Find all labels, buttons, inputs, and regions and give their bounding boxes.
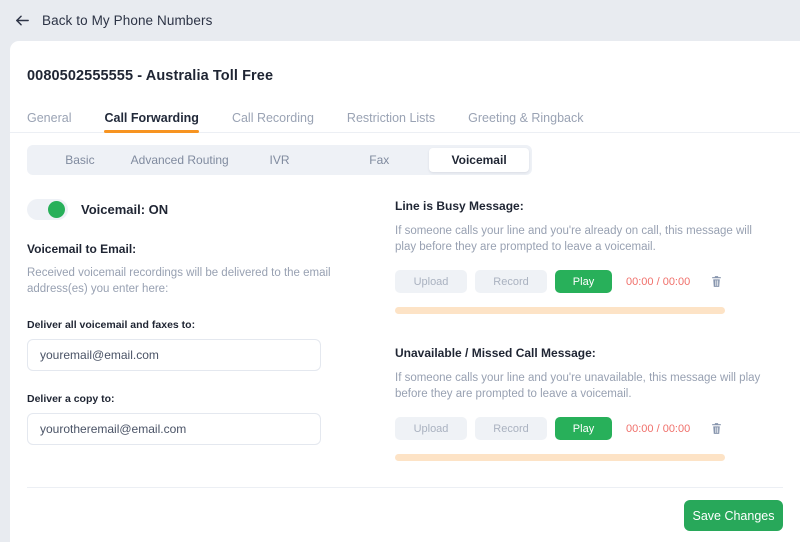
tab-greeting-ringback[interactable]: Greeting & Ringback bbox=[468, 111, 583, 132]
settings-card: 0080502555555 - Australia Toll Free Gene… bbox=[10, 41, 800, 542]
page-title: 0080502555555 - Australia Toll Free bbox=[27, 68, 274, 84]
subtab-ivr[interactable]: IVR bbox=[230, 148, 330, 172]
top-bar: Back to My Phone Numbers bbox=[0, 0, 800, 41]
tab-call-recording[interactable]: Call Recording bbox=[232, 111, 314, 132]
deliver-all-email-input[interactable] bbox=[27, 339, 321, 371]
main-tab-bar: General Call Forwarding Call Recording R… bbox=[10, 104, 800, 133]
unavailable-upload-button[interactable]: Upload bbox=[395, 417, 467, 440]
deliver-all-label: Deliver all voicemail and faxes to: bbox=[27, 319, 196, 331]
voicemail-messages-column: Line is Busy Message: If someone calls y… bbox=[395, 199, 775, 493]
unavailable-play-button[interactable]: Play bbox=[555, 417, 612, 440]
footer-divider bbox=[27, 487, 783, 488]
deliver-all-field-block: Deliver all voicemail and faxes to: bbox=[27, 319, 382, 371]
subtab-voicemail[interactable]: Voicemail bbox=[429, 148, 529, 172]
unavailable-progress-bar[interactable] bbox=[395, 454, 725, 461]
voicemail-toggle[interactable] bbox=[27, 199, 68, 220]
voicemail-toggle-label: Voicemail: ON bbox=[81, 202, 169, 217]
subtab-fax[interactable]: Fax bbox=[329, 148, 429, 172]
deliver-copy-field-block: Deliver a copy to: bbox=[27, 393, 382, 445]
line-busy-time: 00:00 / 00:00 bbox=[626, 275, 691, 288]
line-busy-record-button[interactable]: Record bbox=[475, 270, 547, 293]
toggle-knob bbox=[48, 201, 65, 218]
deliver-copy-label: Deliver a copy to: bbox=[27, 393, 115, 405]
subtab-advanced-routing[interactable]: Advanced Routing bbox=[130, 148, 230, 172]
subtab-basic[interactable]: Basic bbox=[30, 148, 130, 172]
tab-general[interactable]: General bbox=[27, 111, 71, 132]
sub-tab-bar-wrapper: Basic Advanced Routing IVR Fax Voicemail bbox=[10, 133, 800, 175]
voicemail-settings-content: Voicemail: ON Voicemail to Email: Receiv… bbox=[10, 175, 800, 493]
sub-tab-bar: Basic Advanced Routing IVR Fax Voicemail bbox=[27, 145, 532, 175]
line-busy-delete-icon[interactable] bbox=[710, 274, 723, 289]
tab-call-forwarding[interactable]: Call Forwarding bbox=[104, 111, 200, 133]
line-busy-controls: Upload Record Play 00:00 / 00:00 bbox=[395, 270, 775, 293]
voicemail-to-email-heading: Voicemail to Email: bbox=[27, 242, 137, 256]
voicemail-to-email-description: Received voicemail recordings will be de… bbox=[27, 267, 331, 295]
unavailable-delete-icon[interactable] bbox=[710, 421, 723, 436]
back-link-label: Back to My Phone Numbers bbox=[42, 13, 213, 28]
unavailable-message-block: Unavailable / Missed Call Message: If so… bbox=[395, 346, 775, 461]
arrow-left-icon bbox=[16, 15, 29, 26]
unavailable-record-button[interactable]: Record bbox=[475, 417, 547, 440]
unavailable-controls: Upload Record Play 00:00 / 00:00 bbox=[395, 417, 775, 440]
save-changes-button[interactable]: Save Changes bbox=[684, 500, 783, 531]
tab-restriction-lists[interactable]: Restriction Lists bbox=[347, 111, 435, 132]
line-busy-play-button[interactable]: Play bbox=[555, 270, 612, 293]
back-to-phone-numbers-link[interactable]: Back to My Phone Numbers bbox=[14, 12, 212, 29]
deliver-copy-email-input[interactable] bbox=[27, 413, 321, 445]
line-busy-progress-bar[interactable] bbox=[395, 307, 725, 314]
line-busy-heading: Line is Busy Message: bbox=[395, 199, 524, 213]
unavailable-description: If someone calls your line and you're un… bbox=[395, 372, 761, 400]
line-busy-upload-button[interactable]: Upload bbox=[395, 270, 467, 293]
line-busy-description: If someone calls your line and you're al… bbox=[395, 225, 752, 253]
unavailable-time: 00:00 / 00:00 bbox=[626, 422, 691, 435]
line-busy-message-block: Line is Busy Message: If someone calls y… bbox=[395, 199, 775, 314]
unavailable-heading: Unavailable / Missed Call Message: bbox=[395, 346, 596, 360]
voicemail-toggle-row: Voicemail: ON bbox=[27, 199, 382, 220]
voicemail-email-column: Voicemail: ON Voicemail to Email: Receiv… bbox=[27, 199, 382, 493]
